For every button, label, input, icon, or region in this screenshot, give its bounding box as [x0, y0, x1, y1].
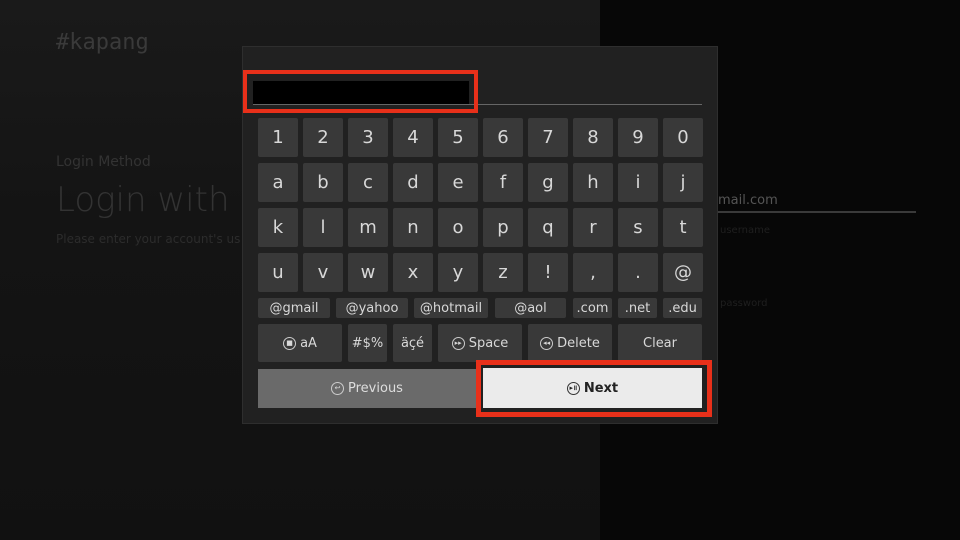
email-field[interactable]: mail.com [718, 193, 778, 208]
key-31[interactable]: v [303, 253, 343, 292]
key-2[interactable]: 3 [348, 118, 388, 157]
key-26[interactable]: q [528, 208, 568, 247]
key-3[interactable]: 4 [393, 118, 433, 157]
domain-key[interactable]: @gmail [258, 298, 330, 318]
clear-key[interactable]: Clear [618, 324, 702, 362]
key-5[interactable]: 6 [483, 118, 523, 157]
key-30[interactable]: u [258, 253, 298, 292]
key-0[interactable]: 1 [258, 118, 298, 157]
accents-key[interactable]: äçé [393, 324, 432, 362]
key-19[interactable]: j [663, 163, 703, 202]
key-29[interactable]: t [663, 208, 703, 247]
key-22[interactable]: m [348, 208, 388, 247]
password-label: password [720, 298, 768, 309]
back-icon: ↩ [331, 382, 345, 395]
highlight-box-next [476, 360, 712, 417]
key-39[interactable]: @ [663, 253, 703, 292]
key-34[interactable]: y [438, 253, 478, 292]
domain-key[interactable]: @yahoo [336, 298, 408, 318]
rewind-icon: ◂◂ [540, 336, 554, 350]
case-toggle-key[interactable]: ■ aA [258, 324, 342, 362]
domain-key[interactable]: @aol [495, 298, 566, 318]
key-11[interactable]: b [303, 163, 343, 202]
key-25[interactable]: p [483, 208, 523, 247]
key-35[interactable]: z [483, 253, 523, 292]
login-method-label: Login Method [56, 154, 151, 170]
key-17[interactable]: h [573, 163, 613, 202]
key-28[interactable]: s [618, 208, 658, 247]
key-27[interactable]: r [573, 208, 613, 247]
delete-key[interactable]: ◂◂ Delete [528, 324, 612, 362]
domain-key[interactable]: @hotmail [414, 298, 488, 318]
domain-key[interactable]: .com [573, 298, 612, 318]
key-9[interactable]: 0 [663, 118, 703, 157]
space-key[interactable]: ▸▸ Space [438, 324, 522, 362]
key-8[interactable]: 9 [618, 118, 658, 157]
key-13[interactable]: d [393, 163, 433, 202]
key-20[interactable]: k [258, 208, 298, 247]
app-logo: #kapang [56, 30, 149, 55]
key-6[interactable]: 7 [528, 118, 568, 157]
key-38[interactable]: . [618, 253, 658, 292]
username-label: username [720, 225, 770, 236]
key-36[interactable]: ! [528, 253, 568, 292]
key-32[interactable]: w [348, 253, 388, 292]
key-24[interactable]: o [438, 208, 478, 247]
email-field-underline [718, 211, 916, 213]
key-16[interactable]: g [528, 163, 568, 202]
key-33[interactable]: x [393, 253, 433, 292]
key-14[interactable]: e [438, 163, 478, 202]
page-title: Login with y [56, 180, 261, 220]
previous-button[interactable]: ↩ Previous [258, 369, 476, 408]
domain-key[interactable]: .edu [663, 298, 702, 318]
key-10[interactable]: a [258, 163, 298, 202]
key-18[interactable]: i [618, 163, 658, 202]
key-23[interactable]: n [393, 208, 433, 247]
key-37[interactable]: , [573, 253, 613, 292]
key-7[interactable]: 8 [573, 118, 613, 157]
key-15[interactable]: f [483, 163, 523, 202]
menu-button-icon: ■ [283, 336, 297, 350]
symbols-key[interactable]: #$% [348, 324, 387, 362]
key-21[interactable]: l [303, 208, 343, 247]
key-1[interactable]: 2 [303, 118, 343, 157]
fast-forward-icon: ▸▸ [451, 336, 465, 350]
key-4[interactable]: 5 [438, 118, 478, 157]
key-12[interactable]: c [348, 163, 388, 202]
domain-key[interactable]: .net [618, 298, 657, 318]
highlight-box-input [243, 70, 478, 113]
